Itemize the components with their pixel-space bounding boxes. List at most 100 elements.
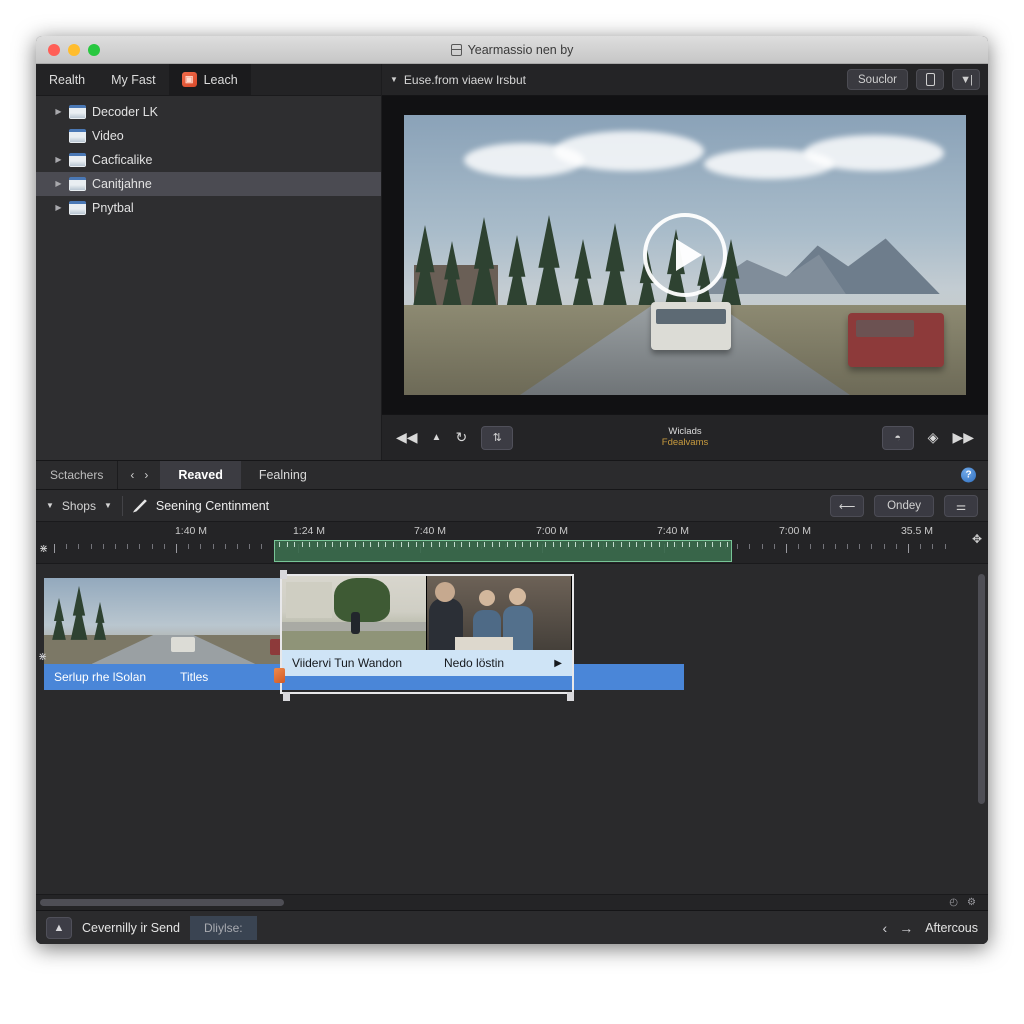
timeline-left-playhead-icon[interactable]: ⋇	[38, 650, 47, 663]
scratchers-label[interactable]: Sctachers	[36, 461, 119, 489]
selected-clip-group[interactable]: Viidervi Tun Wandon Nedo löstin ▶	[282, 576, 572, 692]
window-title: Yearmassio nen by	[36, 43, 988, 57]
help-icon[interactable]: ?	[961, 467, 976, 483]
timeline-nav-arrows[interactable]: ‹ ›	[118, 461, 160, 489]
tree-item-label: Canitjahne	[92, 177, 152, 191]
fit-icon[interactable]: ✥	[972, 532, 982, 546]
selected-clip-name-1[interactable]: Viidervi Tun Wandon	[282, 650, 434, 676]
window-controls[interactable]	[36, 43, 100, 56]
selected-time-range[interactable]	[274, 540, 732, 562]
share-icon-button[interactable]: ⇅	[481, 425, 514, 450]
video-frame[interactable]	[404, 115, 966, 395]
ruler-tick	[261, 544, 263, 549]
ruler-tick	[188, 544, 190, 549]
ruler-tick	[822, 544, 824, 549]
shops-dropdown[interactable]: ▼ Shops ▼	[46, 499, 112, 513]
ruler-tick-label: 1:40 M	[174, 525, 208, 537]
wand-icon	[132, 499, 147, 513]
status-right-group: ‹ → Aftercous	[883, 920, 978, 936]
status-tab[interactable]: Dliylse:	[189, 915, 257, 940]
tree-item-pnytbal[interactable]: ▶ Pnytbal	[36, 196, 381, 220]
disclosure-triangle-icon[interactable]: ▶	[54, 204, 63, 212]
maximize-window-button[interactable]	[88, 43, 100, 56]
tab-reaved[interactable]: Reaved	[160, 461, 241, 489]
status-tab-label: Dliylse:	[203, 920, 243, 935]
back-button[interactable]: ⟵	[830, 494, 865, 517]
filter-button[interactable]: ▼|	[952, 69, 980, 90]
browser-tab-realth[interactable]: Realth	[36, 64, 98, 95]
timeline-body[interactable]: Serlup rhe lSolan Titles Viidervi Tun Wa…	[36, 564, 988, 894]
up-caret-icon[interactable]: ▲	[432, 432, 442, 443]
gear-icon[interactable]: ⚙	[967, 897, 976, 908]
snapshot-icon-button[interactable]: ◓	[881, 425, 914, 450]
tab-label: Fealning	[258, 468, 307, 482]
tab-label: Leach	[203, 72, 238, 87]
tree-item-cacficalike[interactable]: ▶ Cacficalike	[36, 148, 381, 172]
upper-section: Realth My Fast ▣ Leach ▶ Decoder LK Vide…	[36, 64, 988, 460]
disclosure-triangle-icon[interactable]: ▶	[54, 156, 63, 164]
selected-clip-name-2[interactable]: Nedo löstin ▶	[434, 650, 572, 676]
close-window-button[interactable]	[48, 43, 60, 56]
tree-item-video[interactable]: ▶ Video	[36, 124, 381, 148]
timeline-horizontal-scrollbar[interactable]	[40, 899, 284, 906]
ruler-tick	[237, 544, 238, 549]
play-button-overlay[interactable]	[643, 213, 727, 297]
source-button[interactable]: Souclor	[847, 69, 908, 90]
timeline-ruler[interactable]: ⋇ 1:40 M 1:24 M 7:40 M 7:00 M 7:40 M 7:0…	[36, 522, 988, 564]
clock-icon[interactable]: ◴	[949, 897, 958, 908]
help-glyph: ?	[965, 469, 972, 481]
tree-item-canitjahne[interactable]: ▶ Canitjahne	[36, 172, 381, 196]
cloud-shape	[554, 131, 704, 171]
project-name-group[interactable]: Seening Centinment	[132, 499, 269, 513]
viewer-panel: ▼ Euse.from viaew Irsbut Souclor ▼| ◀◀ ▲…	[382, 64, 988, 460]
rewind-icon[interactable]: ◀◀	[396, 429, 418, 446]
ondey-button[interactable]: Ondey	[874, 494, 934, 517]
clip-expand-arrow-icon[interactable]: ▶	[554, 658, 562, 669]
loop-icon[interactable]: ↻	[455, 429, 467, 446]
ruler-tick	[895, 544, 897, 549]
phone-view-button[interactable]	[916, 69, 944, 90]
disclosure-triangle-icon[interactable]: ▶	[54, 180, 63, 188]
video-stage[interactable]	[382, 96, 988, 414]
browser-tab-my-fast[interactable]: My Fast	[98, 64, 168, 95]
ruler-tick	[773, 544, 775, 549]
phone-icon	[925, 73, 935, 86]
selection-handle-bottom-left[interactable]	[283, 692, 290, 701]
ruler-tick	[163, 544, 165, 549]
ruler-tick	[761, 544, 763, 549]
viewer-title-group[interactable]: ▼ Euse.from viaew Irsbut	[390, 73, 526, 87]
ruler-tick-label: 35.5 M	[900, 525, 934, 537]
fast-forward-icon[interactable]: ▶▶	[952, 429, 974, 446]
selected-clip-thumbnails	[282, 576, 572, 650]
ruler-tick	[737, 544, 739, 549]
ruler-tick	[249, 544, 251, 549]
upload-icon-button[interactable]: ▲	[46, 916, 72, 939]
next-arrow-icon[interactable]: ›	[144, 468, 148, 482]
color-icon[interactable]: ◈	[928, 429, 939, 446]
disclosure-triangle-icon[interactable]: ▶	[54, 108, 63, 116]
status-next-icon[interactable]: →	[899, 920, 913, 936]
event-tree: ▶ Decoder LK ▶ Video ▶ Cacficalike ▶	[36, 96, 381, 460]
prev-arrow-icon[interactable]: ‹	[130, 468, 134, 482]
tab-label: Realth	[49, 72, 86, 87]
ondey-label: Ondey	[887, 499, 921, 512]
chevron-down-icon: ▼	[46, 501, 54, 510]
clip-tail[interactable]	[574, 664, 684, 690]
selection-handle-top-left[interactable]	[280, 570, 287, 579]
viewer-header: ▼ Euse.from viaew Irsbut Souclor ▼|	[382, 64, 988, 96]
status-prev-icon[interactable]: ‹	[883, 920, 888, 936]
browser-tab-leach[interactable]: ▣ Leach	[168, 64, 251, 95]
ruler-tick	[920, 544, 922, 549]
minimize-window-button[interactable]	[68, 43, 80, 56]
timeline-vertical-scrollbar[interactable]	[978, 574, 985, 804]
ruler-tick-label: 1:24 M	[292, 525, 326, 537]
ruler-tick	[749, 544, 751, 549]
chevron-down-icon[interactable]: ▼	[390, 75, 398, 84]
tab-fealning[interactable]: Fealning	[241, 461, 325, 489]
timeline-settings-icon: ⚌	[955, 500, 967, 513]
selection-handle-bottom-right[interactable]	[567, 692, 574, 701]
tree-item-decoder-lk[interactable]: ▶ Decoder LK	[36, 100, 381, 124]
status-label: Cevernilly ir Send	[82, 920, 180, 935]
range-ticks	[275, 541, 731, 561]
timeline-settings-button[interactable]: ⚌	[944, 494, 978, 517]
